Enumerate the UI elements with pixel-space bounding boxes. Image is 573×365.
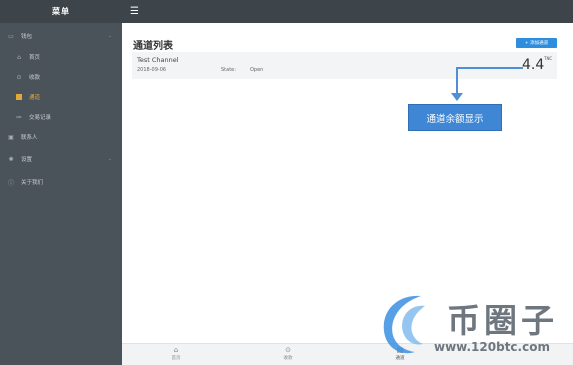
gear-icon: ✺ (8, 155, 14, 163)
receive-icon: ⊙ (285, 346, 291, 354)
info-icon: ⓘ (7, 179, 14, 187)
add-channel-button[interactable]: + 添加通道 (516, 38, 557, 48)
annotation-callout: 通道余额显示 (408, 104, 502, 131)
sidebar-item-wallet[interactable]: ▭ 钱包 ⌄ (0, 28, 122, 44)
channel-balance-unit: TNC (544, 56, 553, 61)
tab-home[interactable]: ⌂ 首页 (156, 346, 196, 361)
channel-balance: 4.4 (522, 57, 545, 73)
sidebar-item-transactions[interactable]: ≔ 交易记录 (0, 109, 122, 125)
page-title: 通道列表 (133, 41, 173, 52)
tab-label: 首页 (171, 356, 181, 361)
sidebar-item-channel[interactable]: 通道 (0, 89, 122, 105)
annotation-arrow-icon (451, 93, 463, 101)
top-bar: ☰ (122, 0, 573, 23)
channel-name: Test Channel (137, 56, 179, 64)
wallet-icon: ▭ (8, 32, 14, 40)
list-icon: ≔ (16, 113, 22, 121)
sidebar-item-label: 联系人 (21, 135, 38, 141)
channel-state-value: Open (250, 67, 264, 73)
tab-label: 收款 (283, 356, 293, 361)
sidebar-item-label: 交易记录 (29, 115, 52, 121)
channel-icon (15, 93, 23, 101)
chevron-down-icon: ⌄ (107, 156, 112, 162)
watermark-brand: 币圈子 (447, 301, 558, 340)
sidebar-item-receive[interactable]: ⊙ 收款 (0, 69, 122, 85)
receive-icon: ⊙ (16, 73, 22, 81)
sidebar-item-label: 钱包 (21, 34, 33, 40)
sidebar-item-label: 收款 (29, 75, 41, 81)
sidebar-item-home[interactable]: ⌂ 首页 (0, 49, 122, 65)
sidebar-item-label: 关于我们 (21, 180, 44, 186)
sidebar-item-about[interactable]: ⓘ 关于我们 (0, 174, 122, 190)
watermark-url: www.120btc.com (434, 340, 550, 354)
contacts-icon: ▣ (8, 133, 14, 141)
annotation-connector (456, 67, 523, 69)
app-root: 菜单 ▭ 钱包 ⌄ ⌂ 首页 ⊙ 收款 通道 ≔ 交易记录 ▣ 联系人 ✺ 设置 (0, 0, 573, 365)
channel-date: 2018-09-06 (137, 67, 167, 73)
menu-icon[interactable]: ☰ (130, 6, 139, 17)
channel-state-label: State: (221, 67, 236, 73)
home-icon: ⌂ (17, 53, 21, 61)
sidebar-item-label: 通道 (29, 95, 41, 101)
channel-list-item[interactable]: Test Channel 2018-09-06 State: Open 4.4 … (132, 52, 557, 79)
sidebar: 菜单 ▭ 钱包 ⌄ ⌂ 首页 ⊙ 收款 通道 ≔ 交易记录 ▣ 联系人 ✺ 设置 (0, 0, 122, 365)
sidebar-title: 菜单 (0, 0, 122, 23)
sidebar-item-settings[interactable]: ✺ 设置 ⌄ (0, 151, 122, 167)
annotation-connector (456, 68, 458, 96)
sidebar-item-contacts[interactable]: ▣ 联系人 (0, 129, 122, 145)
watermark-logo-icon (383, 295, 425, 354)
home-icon: ⌂ (173, 346, 179, 354)
sidebar-item-label: 首页 (29, 55, 41, 61)
sidebar-item-label: 设置 (21, 157, 33, 163)
tab-receive[interactable]: ⊙ 收款 (268, 346, 308, 361)
chevron-down-icon: ⌄ (107, 33, 112, 39)
